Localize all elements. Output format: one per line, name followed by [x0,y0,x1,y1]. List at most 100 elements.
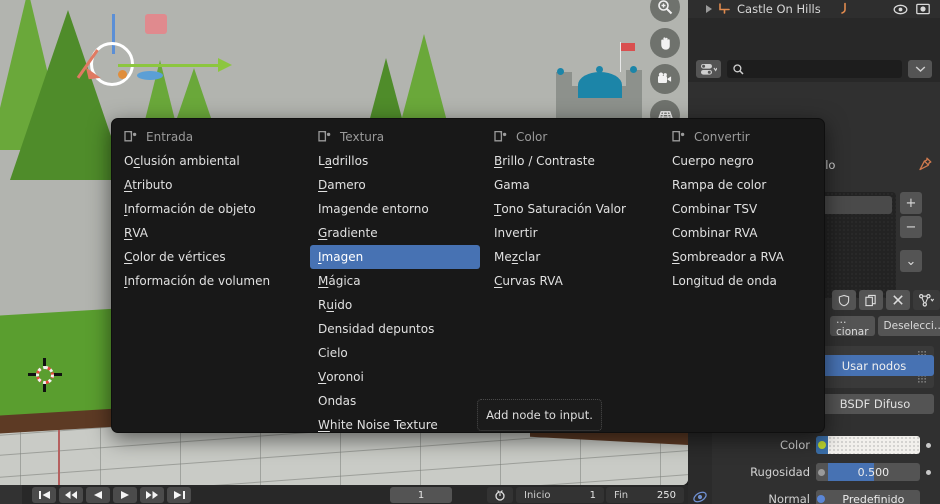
menu-item[interactable]: Imagen [310,245,480,269]
menu-item[interactable]: Gama [486,173,662,197]
menu-item[interactable]: Combinar TSV [664,197,826,221]
menu-item[interactable]: Damero [310,173,480,197]
menu-item[interactable]: R VA [116,221,302,245]
add-node-menu[interactable]: Entrada Oc lusión ambiental Atributo Inform… [111,118,825,433]
jump-to-start-button[interactable] [32,486,56,503]
copy-material-button[interactable] [859,290,883,310]
roughness-animate-dot[interactable] [926,469,931,475]
surface-shader-button[interactable]: BSDF Difuso [816,394,934,414]
menu-item[interactable]: White Noise Texture [310,413,480,437]
menu-item[interactable]: Tono Saturación Valor [486,197,662,221]
tab-physics[interactable] [688,484,712,504]
menu-item[interactable]: Cielo [310,341,480,365]
camera-icon[interactable] [650,64,680,94]
collection-icon [718,0,731,19]
menu-item[interactable]: Gradiente [310,221,480,245]
color-swatch[interactable] [828,436,920,454]
menu-item[interactable]: Información de volumen [116,269,302,293]
menu-item[interactable]: Cuerpo negro [664,149,826,173]
roughness-field[interactable]: 0.500 [816,463,920,481]
frame-end-field[interactable]: Fin 250 [606,487,684,503]
playback-controls[interactable] [32,486,191,503]
normal-socket[interactable] [816,490,827,504]
node-tree-icon [919,293,934,307]
eye-icon[interactable] [893,0,908,19]
close-icon [893,295,903,305]
next-keyframe-button[interactable] [140,486,164,503]
menu-item[interactable]: Densidad de puntos [310,317,480,341]
property-row-roughness[interactable]: Rugosidad 0.500 [710,463,934,481]
castle-flag [621,43,635,51]
pin-icon[interactable] [918,156,932,175]
menu-item[interactable]: Combinar RVA [664,221,826,245]
jump-to-end-button[interactable] [167,486,191,503]
normal-field[interactable]: Predefinido [816,490,920,504]
menu-column-convertir: Convertir Cuerpo negro Rampa de color Comb… [664,125,826,293]
search-input[interactable] [727,60,902,78]
menu-item[interactable]: Mágica [310,269,480,293]
menu-column-color: Color Brillo / Contraste Gama Tono Saturac… [486,125,662,293]
roughness-socket[interactable] [816,463,827,481]
menu-item[interactable]: La drillos [310,149,480,173]
menu-item[interactable]: Invertir [486,221,662,245]
node-tree-dropdown[interactable] [913,290,940,310]
auto-keying-toggle[interactable] [487,487,513,503]
menu-item[interactable]: Oc lusión ambiental [116,149,302,173]
timeline-bar[interactable]: 1 Inicio 1 Fin 250 [0,485,688,504]
property-label-color: Color [779,438,810,452]
fake-user-button[interactable] [832,290,856,310]
unlink-material-button[interactable] [886,290,910,310]
select-faces-button[interactable]: …cionar [830,314,875,338]
menu-item[interactable]: Rampa de color [664,173,826,197]
transform-gizmo[interactable] [76,14,240,104]
menu-item[interactable]: Información de objeto [116,197,302,221]
play-button[interactable] [113,486,137,503]
property-row-normal[interactable]: Normal Predefinido [710,490,934,504]
editor-type-dropdown[interactable] [696,60,721,78]
play-reverse-button[interactable] [86,486,110,503]
hand-icon[interactable] [650,28,680,58]
add-slot-button[interactable]: + [900,192,922,214]
current-frame-field[interactable]: 1 [390,487,452,503]
camera-render-icon[interactable] [916,0,930,19]
filter-dropdown[interactable] [908,60,932,78]
color-field[interactable] [816,436,920,454]
menu-item[interactable]: Longitud de onda [664,269,826,293]
gizmo-axis-green[interactable] [118,64,223,67]
color-animate-dot[interactable] [926,442,931,448]
menu-item[interactable]: Atributo [116,173,302,197]
color-socket[interactable] [816,436,828,454]
slot-menu-button[interactable]: ⌄ [900,250,922,272]
properties-header[interactable] [688,56,940,82]
outliner-row-collection[interactable]: Castle On Hills [688,0,940,18]
gizmo-arrow-green [218,58,232,72]
zoom-icon[interactable] [650,0,680,22]
menu-item[interactable]: Imagen de entorno [310,197,480,221]
expand-triangle-icon[interactable] [706,5,712,13]
viewport-gizmo-toolbar[interactable] [650,0,680,130]
previous-keyframe-button[interactable] [59,486,83,503]
property-label-roughness: Rugosidad [750,465,810,479]
menu-item[interactable]: Curvas RVA [486,269,662,293]
remove-slot-button[interactable]: − [900,216,922,238]
use-nodes-button[interactable]: Usar nodos [814,355,934,376]
menu-items-color: Brillo / Contraste Gama Tono Saturación Va… [486,149,662,293]
menu-item[interactable]: Color de vértices [116,245,302,269]
property-row-color[interactable]: Color [710,436,934,454]
timeline-editor-type-icon[interactable] [0,485,22,504]
deselect-faces-button[interactable]: Deselecci… [877,316,940,336]
menu-item[interactable]: Ondas [310,389,480,413]
menu-item[interactable]: Brillo / Contraste [486,149,662,173]
menu-item[interactable]: Sombreador a RVA [664,245,826,269]
castle-dome [578,72,622,98]
gizmo-origin-dot [118,70,127,79]
frame-start-field[interactable]: Inicio 1 [516,487,604,503]
normal-value: Predefinido [842,492,905,504]
3d-cursor [28,358,62,392]
menu-item[interactable]: Voronoi [310,365,480,389]
menu-item[interactable]: Ru ido [310,293,480,317]
material-slot-side-buttons[interactable]: + − ⌄ [900,192,922,272]
menu-item[interactable]: Me z clar [486,245,662,269]
castle-finial-mid [596,66,603,73]
outliner-editor[interactable]: Castle On Hills [688,0,940,56]
